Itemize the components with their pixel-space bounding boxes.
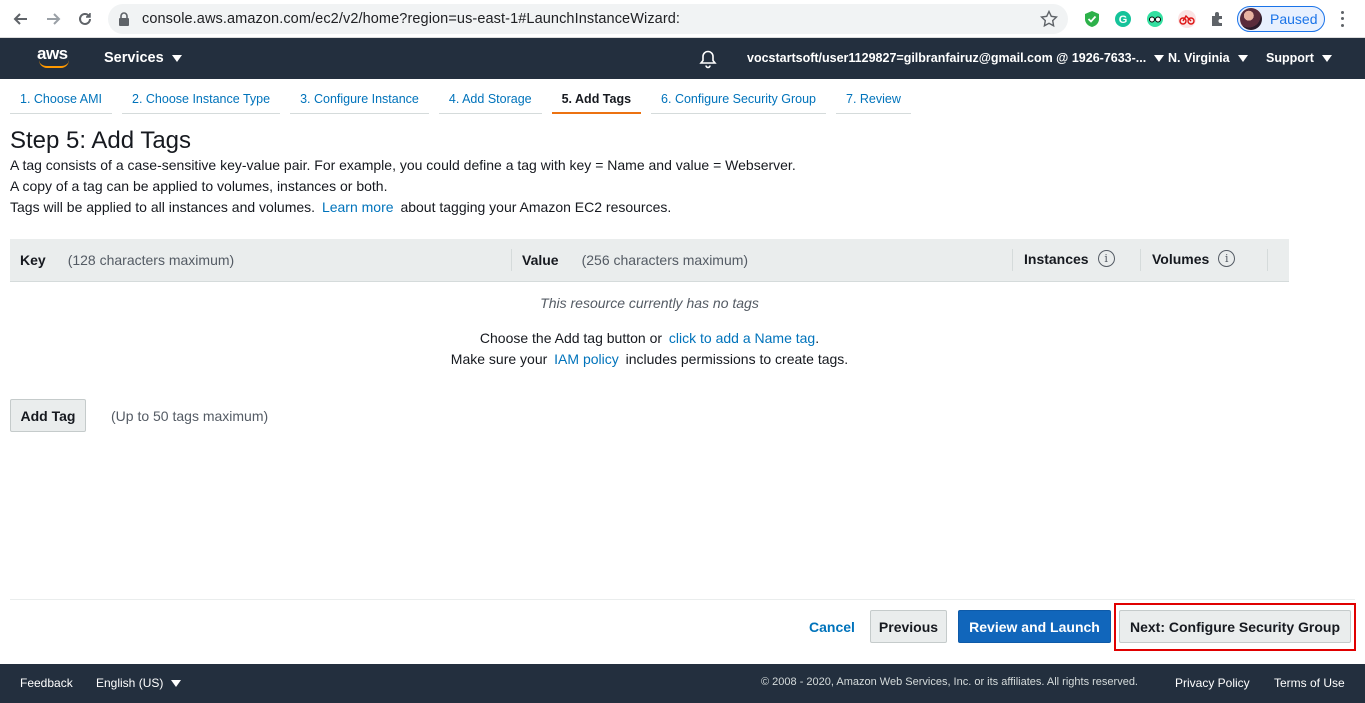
tab-choose-instance-type[interactable]: 2. Choose Instance Type: [122, 86, 281, 114]
tab-add-storage[interactable]: 4. Add Storage: [438, 86, 542, 114]
caret-down-icon: [1237, 54, 1248, 62]
description-line-1: A tag consists of a case-sensitive key-v…: [10, 157, 796, 173]
help-text: .: [815, 330, 820, 346]
lock-icon: [118, 12, 132, 26]
column-value: Value (256 characters maximum): [522, 252, 748, 268]
help-text: Make sure your: [450, 351, 548, 367]
services-label: Services: [104, 50, 164, 66]
help-text: includes permissions to create tags.: [625, 351, 849, 367]
description-text: about tagging your Amazon EC2 resources.: [400, 199, 672, 215]
add-name-tag-link[interactable]: click to add a Name tag: [669, 330, 815, 346]
tab-choose-ami[interactable]: 1. Choose AMI: [10, 86, 112, 114]
aws-top-navigation: aws Services vocstartsoft/user1129827=gi…: [0, 38, 1365, 79]
cancel-button[interactable]: Cancel: [809, 619, 855, 635]
add-tag-button[interactable]: Add Tag: [10, 399, 86, 432]
add-tag-limit-note: (Up to 50 tags maximum): [111, 408, 269, 424]
profile-status-label: Paused: [1270, 11, 1318, 27]
privacy-policy-link[interactable]: Privacy Policy: [1175, 676, 1250, 690]
column-divider: [1012, 249, 1013, 271]
svg-text:G: G: [1119, 14, 1128, 26]
info-icon[interactable]: i: [1097, 250, 1115, 267]
grammarly-icon[interactable]: G: [1113, 9, 1133, 29]
column-divider: [511, 249, 512, 271]
account-label: vocstartsoft/user1129827=gilbranfairuz@g…: [747, 51, 1147, 65]
address-bar[interactable]: console.aws.amazon.com/ec2/v2/home?regio…: [108, 4, 1068, 34]
back-arrow-icon[interactable]: [10, 8, 32, 30]
column-instances: Instances i: [1024, 250, 1115, 267]
description-text: Tags will be applied to all instances an…: [10, 199, 316, 215]
caret-down-icon: [1154, 54, 1165, 62]
tab-configure-instance[interactable]: 3. Configure Instance: [290, 86, 429, 114]
column-key-hint: (128 characters maximum): [67, 252, 235, 268]
add-tag-help-line: Choose the Add tag button or click to ad…: [10, 330, 1289, 346]
info-icon[interactable]: i: [1218, 250, 1236, 267]
tab-review[interactable]: 7. Review: [836, 86, 911, 114]
iam-policy-help-line: Make sure your IAM policy includes permi…: [10, 351, 1289, 367]
bell-icon[interactable]: [698, 49, 718, 69]
region-label: N. Virginia: [1168, 51, 1230, 65]
page-footer: Feedback English (US) © 2008 - 2020, Ama…: [0, 664, 1365, 703]
iam-policy-link[interactable]: IAM policy: [554, 351, 619, 367]
copyright-text: © 2008 - 2020, Amazon Web Services, Inc.…: [761, 676, 1138, 688]
shield-extension-icon[interactable]: [1082, 9, 1102, 29]
actions-divider: [10, 599, 1355, 600]
column-key: Key (128 characters maximum): [20, 252, 234, 268]
tab-add-tags[interactable]: 5. Add Tags: [551, 86, 642, 114]
column-instances-label: Instances: [1024, 250, 1089, 267]
caret-down-icon: [1321, 54, 1332, 62]
support-menu[interactable]: Support: [1266, 51, 1332, 65]
puzzle-extensions-icon[interactable]: [1208, 9, 1228, 29]
caret-down-icon: [171, 679, 182, 687]
empty-table-message: This resource currently has no tags: [540, 295, 759, 311]
review-and-launch-button[interactable]: Review and Launch: [958, 610, 1111, 643]
help-text: Choose the Add tag button or: [479, 330, 663, 346]
feedback-link[interactable]: Feedback: [20, 676, 73, 690]
browser-toolbar: console.aws.amazon.com/ec2/v2/home?regio…: [0, 0, 1365, 38]
avatar: [1240, 8, 1262, 30]
tripadvisor-icon[interactable]: [1145, 9, 1165, 29]
support-label: Support: [1266, 51, 1314, 65]
tags-table-header: Key (128 characters maximum) Value (256 …: [10, 239, 1289, 282]
column-volumes-label: Volumes: [1152, 250, 1210, 267]
column-divider: [1267, 249, 1268, 271]
reload-icon[interactable]: [74, 8, 96, 30]
column-key-label: Key: [20, 252, 46, 268]
learn-more-link[interactable]: Learn more: [322, 199, 394, 215]
tab-configure-security-group[interactable]: 6. Configure Security Group: [651, 86, 826, 114]
column-divider: [1140, 249, 1141, 271]
services-menu[interactable]: Services: [104, 50, 182, 66]
account-menu[interactable]: vocstartsoft/user1129827=gilbranfairuz@g…: [747, 51, 1165, 65]
terms-of-use-link[interactable]: Terms of Use: [1274, 676, 1345, 690]
browser-menu-icon[interactable]: [1336, 9, 1348, 29]
bike-extension-icon[interactable]: [1177, 9, 1197, 29]
aws-smile-icon: [39, 60, 69, 68]
page-title: Step 5: Add Tags: [10, 127, 192, 154]
forward-arrow-icon[interactable]: [42, 8, 64, 30]
language-selector[interactable]: English (US): [96, 676, 182, 690]
region-menu[interactable]: N. Virginia: [1168, 51, 1248, 65]
column-value-hint: (256 characters maximum): [581, 252, 749, 268]
url-text: console.aws.amazon.com/ec2/v2/home?regio…: [142, 11, 681, 27]
description-line-3: Tags will be applied to all instances an…: [10, 199, 671, 215]
previous-button[interactable]: Previous: [870, 610, 947, 643]
wizard-steps: 1. Choose AMI 2. Choose Instance Type 3.…: [10, 86, 921, 114]
description-line-2: A copy of a tag can be applied to volume…: [10, 178, 388, 194]
language-label: English (US): [96, 676, 164, 690]
aws-logo[interactable]: aws: [37, 45, 71, 73]
bookmark-star-icon[interactable]: [1039, 9, 1059, 33]
caret-down-icon: [171, 54, 182, 62]
column-value-label: Value: [522, 252, 559, 268]
column-volumes: Volumes i: [1152, 250, 1236, 267]
highlight-box: [1114, 603, 1356, 651]
profile-button[interactable]: Paused: [1237, 6, 1325, 32]
